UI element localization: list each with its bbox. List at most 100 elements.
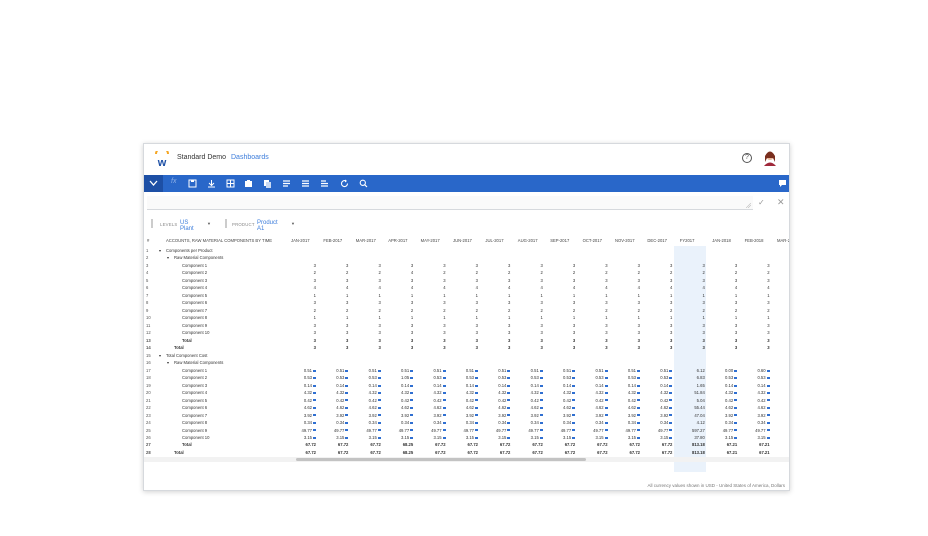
table-cell[interactable]: 2 <box>710 269 737 276</box>
table-cell[interactable]: 2 <box>613 269 640 276</box>
table-cell[interactable]: 2 <box>354 307 380 314</box>
table-cell[interactable]: 4 <box>289 284 316 291</box>
table-cell[interactable]: 3 <box>645 299 672 306</box>
table-cell[interactable]: 4.62 <box>516 404 543 411</box>
chevron-down-icon[interactable]: ▼ <box>207 221 211 226</box>
table-cell[interactable]: 3.15 <box>548 434 576 441</box>
table-cell[interactable]: 0.53 <box>419 374 446 381</box>
table-row[interactable]: 9 Component 7 2 2 2 2 2 2 2 2 2 2 2 2 2 2 2 <box>144 307 789 314</box>
table-cell[interactable]: 4.32 <box>613 389 640 396</box>
table-row[interactable]: 26 Component 10 3.15 3.15 3.15 3.15 3.15 3.15 3.… <box>144 434 789 441</box>
table-cell[interactable]: 49.77 <box>548 427 576 434</box>
table-cell[interactable]: 0.14 <box>710 382 738 389</box>
table-row[interactable]: 3 Component 1 3 3 3 3 3 3 3 3 3 3 3 3 3 3 3 <box>144 262 789 269</box>
chevron-down-icon[interactable]: ▼ <box>291 221 295 226</box>
table-cell[interactable]: 1 <box>613 314 640 321</box>
table-cell[interactable]: 1 <box>743 314 769 321</box>
table-row[interactable]: 12 Component 10 3 3 3 3 3 3 3 3 3 3 3 3 3 3 3 <box>144 329 789 336</box>
table-cell[interactable]: 3 <box>386 262 413 269</box>
table-cell[interactable]: 1 <box>581 292 607 299</box>
download-icon[interactable] <box>207 179 216 188</box>
table-cell[interactable]: 0.51 <box>354 367 381 374</box>
table-cell[interactable]: 3 <box>743 299 769 306</box>
table-cell[interactable]: 3 <box>386 299 413 306</box>
table-cell[interactable]: 3 <box>386 337 413 344</box>
table-cell[interactable]: 4.62 <box>613 404 640 411</box>
table-cell[interactable]: 1 <box>710 314 737 321</box>
table-cell[interactable]: 49.77 <box>419 427 446 434</box>
table-cell[interactable]: 3 <box>581 322 607 329</box>
table-cell[interactable]: 49.77 <box>321 427 349 434</box>
table-cell[interactable]: 4 <box>710 284 737 291</box>
table-cell[interactable]: 0.51 <box>613 367 640 374</box>
table-cell[interactable]: 1 <box>743 292 769 299</box>
table-cell[interactable]: 3 <box>613 299 640 306</box>
table-cell[interactable]: 4.12 <box>678 419 705 426</box>
table-cell[interactable]: 3 <box>678 277 704 284</box>
table-cell[interactable]: 0.14 <box>289 382 316 389</box>
table-cell[interactable]: 4 <box>743 284 769 291</box>
refresh-icon[interactable] <box>340 179 349 188</box>
table-cell[interactable]: 49.77 <box>386 427 414 434</box>
table-cell[interactable]: 3 <box>548 299 575 306</box>
table-cell[interactable]: 3.15 <box>483 434 511 441</box>
table-cell[interactable]: 3.92 <box>354 412 381 419</box>
table-cell[interactable]: 3.92 <box>548 412 576 419</box>
table-cell[interactable]: 3 <box>743 262 769 269</box>
help-icon[interactable]: ? <box>742 153 752 163</box>
table-cell[interactable]: 67.72 <box>419 449 445 456</box>
table-row[interactable]: 18 Component 2 0.53 0.53 0.53 1.05 0.53 0.53 0.5… <box>144 374 789 381</box>
table-cell[interactable]: 3.92 <box>451 412 478 419</box>
table-cell[interactable]: 4 <box>548 284 575 291</box>
table-cell[interactable]: 3 <box>451 322 478 329</box>
table-cell[interactable]: 0.53 <box>483 374 511 381</box>
table-cell[interactable]: 3 <box>581 329 607 336</box>
table-cell[interactable]: 4.62 <box>419 404 446 411</box>
table-cell[interactable]: 3.15 <box>354 434 381 441</box>
table-cell[interactable]: 3 <box>354 262 380 269</box>
table-cell[interactable]: 3 <box>678 329 704 336</box>
table-cell[interactable]: 3 <box>613 262 640 269</box>
cancel-icon[interactable]: ✕ <box>777 197 785 208</box>
table-cell[interactable]: 3.92 <box>386 412 414 419</box>
table-cell[interactable]: 67.21 <box>743 449 769 456</box>
table-cell[interactable]: 67.72 <box>516 441 542 448</box>
table-cell[interactable]: 1.65 <box>678 382 705 389</box>
table-cell[interactable]: 3 <box>321 299 348 306</box>
table-cell[interactable]: 2 <box>483 269 510 276</box>
table-cell[interactable]: 0.51 <box>483 367 511 374</box>
fx-icon[interactable]: fx <box>171 178 180 187</box>
table-cell[interactable]: 1 <box>419 292 445 299</box>
table-cell[interactable]: 0.51 <box>386 367 414 374</box>
table-cell[interactable]: 1 <box>321 314 348 321</box>
table-cell[interactable]: 813.18 <box>678 441 705 448</box>
table-cell[interactable]: 3 <box>645 344 672 351</box>
table-cell[interactable]: 49.77 <box>613 427 640 434</box>
table-cell[interactable]: 67.72 <box>289 449 316 456</box>
table-cell[interactable]: 0.53 <box>743 374 770 381</box>
table-cell[interactable]: 4 <box>516 284 542 291</box>
table-cell[interactable]: 0.42 <box>321 397 349 404</box>
table-cell[interactable]: 0.42 <box>419 397 446 404</box>
table-cell[interactable]: 3 <box>483 277 510 284</box>
table-cell[interactable]: 3 <box>419 337 445 344</box>
table-cell[interactable]: 3 <box>419 322 445 329</box>
table-cell[interactable]: 3 <box>710 329 737 336</box>
expand-toggle-icon[interactable]: ▾ <box>167 359 169 366</box>
table-cell[interactable]: 4.62 <box>321 404 349 411</box>
table-cell[interactable]: 2 <box>451 307 478 314</box>
table-cell[interactable]: 2 <box>419 269 445 276</box>
table-cell[interactable]: 3 <box>743 322 769 329</box>
table-cell[interactable]: 0.51 <box>451 367 478 374</box>
table-cell[interactable]: 49.77 <box>451 427 478 434</box>
table-cell[interactable]: 3 <box>419 299 445 306</box>
table-cell[interactable]: 3.15 <box>613 434 640 441</box>
table-cell[interactable]: 1 <box>613 292 640 299</box>
table-cell[interactable]: 49.77 <box>289 427 316 434</box>
table-row[interactable]: 28 Total 67.72 67.72 67.72 68.25 67.72 67.72 67.… <box>144 449 789 456</box>
formula-bar[interactable] <box>147 196 753 210</box>
table-cell[interactable]: 0.53 <box>516 374 543 381</box>
table-cell[interactable]: 3 <box>386 329 413 336</box>
table-cell[interactable]: 3.92 <box>516 412 543 419</box>
column-header[interactable]: MAR-2017 <box>356 236 376 246</box>
